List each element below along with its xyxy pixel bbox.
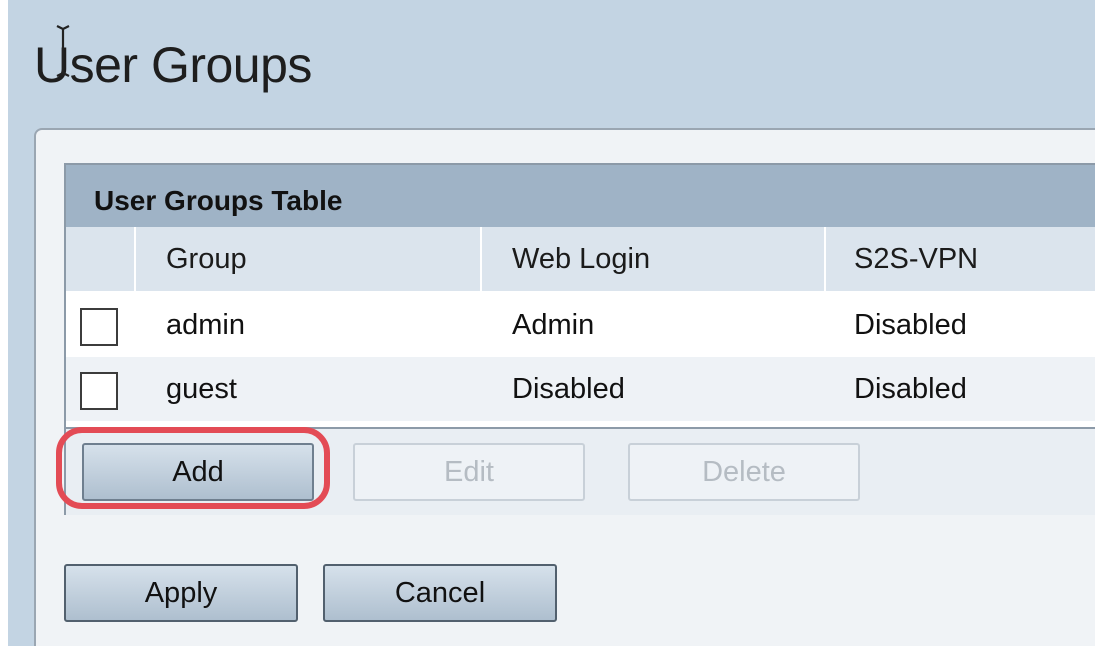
column-header-web-login[interactable]: Web Login xyxy=(512,227,650,291)
delete-button[interactable]: Delete xyxy=(628,443,860,501)
group-cell: admin xyxy=(166,309,245,341)
table-title-bar: User Groups Table xyxy=(66,165,1095,227)
apply-button[interactable]: Apply xyxy=(64,564,298,622)
table-header-row: Group Web Login S2S-VPN xyxy=(66,227,1095,291)
web-login-cell: Disabled xyxy=(512,373,625,405)
group-cell: guest xyxy=(166,373,237,405)
header-separator xyxy=(134,227,136,291)
left-edge-strip xyxy=(0,0,8,646)
table-button-bar: Add Edit Delete xyxy=(66,427,1095,515)
row-select-checkbox[interactable] xyxy=(80,308,118,346)
table-row: admin Admin Disabled xyxy=(66,293,1095,357)
text-cursor-icon xyxy=(56,25,70,77)
column-header-group[interactable]: Group xyxy=(166,227,247,291)
s2s-vpn-cell: Disabled xyxy=(854,373,967,405)
table-title: User Groups Table xyxy=(94,185,343,216)
web-login-cell: Admin xyxy=(512,309,595,341)
s2s-vpn-cell: Disabled xyxy=(854,309,967,341)
cancel-button[interactable]: Cancel xyxy=(323,564,557,622)
header-separator xyxy=(480,227,482,291)
user-groups-table: User Groups Table Group Web Login S2S-VP… xyxy=(64,163,1095,515)
table-row: guest Disabled Disabled xyxy=(66,357,1095,421)
header-separator xyxy=(824,227,826,291)
column-header-s2s-vpn[interactable]: S2S-VPN xyxy=(854,227,978,291)
add-button[interactable]: Add xyxy=(82,443,314,501)
page-title: User Groups xyxy=(34,37,312,93)
edit-button[interactable]: Edit xyxy=(353,443,585,501)
row-select-checkbox[interactable] xyxy=(80,372,118,410)
